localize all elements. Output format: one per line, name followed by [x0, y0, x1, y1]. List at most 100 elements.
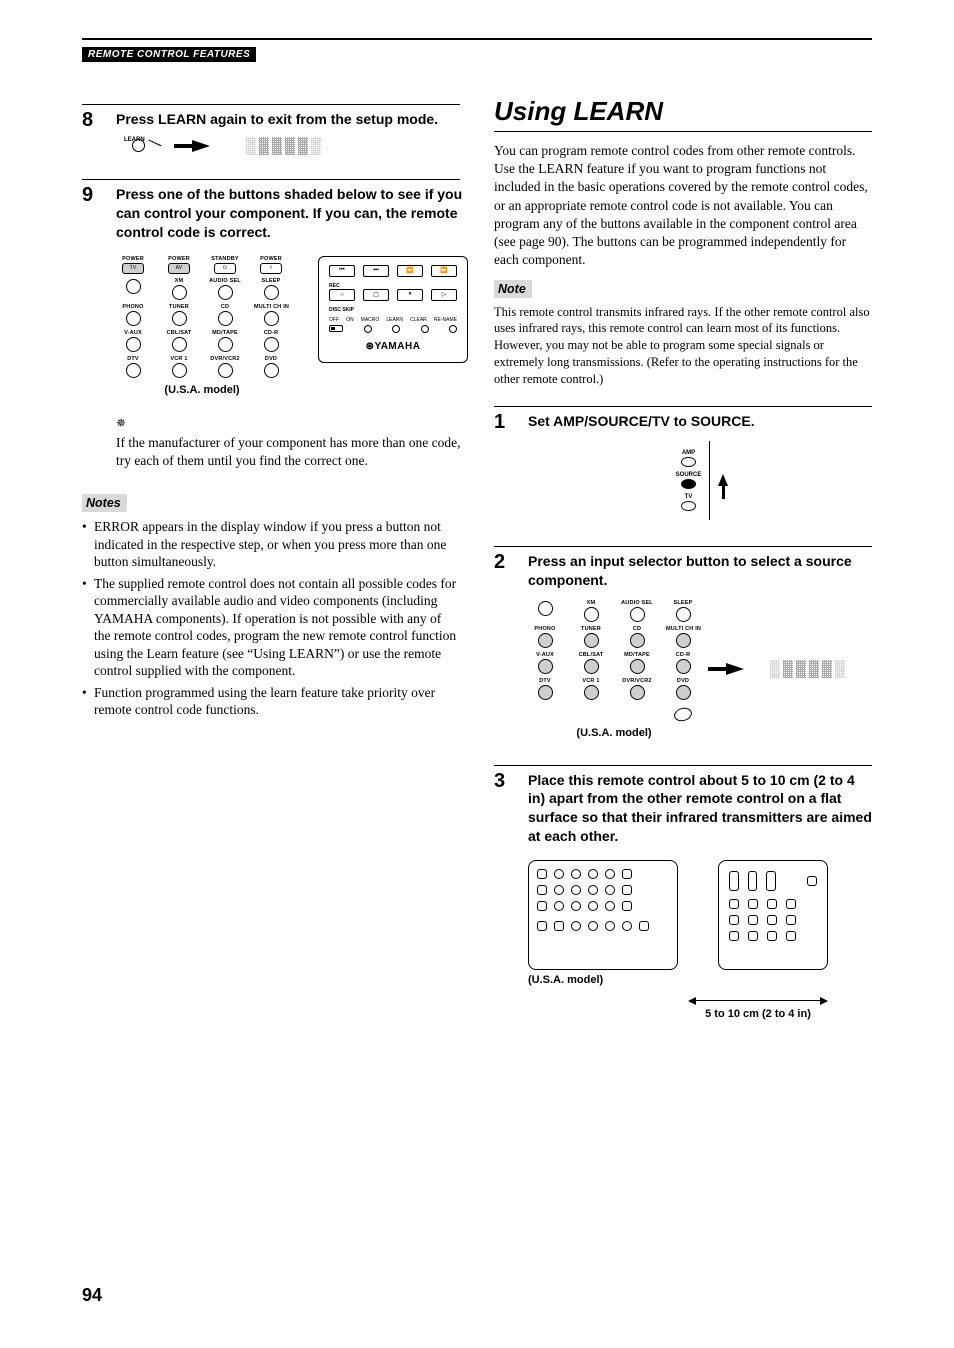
clear-label: CLEAR — [410, 317, 427, 323]
usa-model-caption: (U.S.A. model) — [528, 974, 678, 986]
grid-lbl: XM — [162, 278, 196, 284]
grid-lbl: MD/TAPE — [620, 652, 654, 658]
src-button — [630, 659, 645, 674]
src-button — [172, 311, 187, 326]
src-button — [126, 337, 141, 352]
note-item: The supplied remote control does not con… — [82, 575, 460, 680]
clear-knob-icon — [421, 325, 429, 333]
yamaha-logo: ⊛YAMAHA — [329, 341, 457, 352]
step-8-illustration: LEARN — [126, 137, 460, 155]
grid-lbl: AUDIO SEL — [620, 600, 654, 606]
src-button — [630, 685, 645, 700]
step-9-number: 9 — [82, 185, 100, 470]
step-8-title: Press LEARN again to exit from the setup… — [116, 110, 460, 129]
grid-lbl: DVD — [254, 356, 288, 362]
grid-lbl: MULTI CH IN — [666, 626, 700, 632]
grid-lbl: SLEEP — [666, 600, 700, 606]
source-label: SOURCE — [676, 472, 702, 478]
grid-lbl: V-AUX — [528, 652, 562, 658]
step-9: 9 Press one of the buttons shaded below … — [82, 179, 460, 470]
off-on-switch-icon — [329, 325, 343, 332]
this-remote-icon — [528, 860, 678, 970]
prev-track-button: ⏮ — [329, 265, 355, 277]
rewind-button: ⏪ — [397, 265, 423, 277]
step-3-number: 3 — [494, 771, 512, 1031]
grid-lbl: PHONO — [528, 626, 562, 632]
grid-lbl: V-AUX — [116, 330, 150, 336]
grid-lbl: DVR/VCR2 — [620, 678, 654, 684]
notes-heading: Notes — [82, 494, 127, 512]
usa-model-caption: (U.S.A. model) — [528, 727, 700, 739]
src-button — [630, 633, 645, 648]
disc-skip-label: DISC SKIP — [329, 307, 457, 313]
src-button — [676, 685, 691, 700]
step-9-tip: If the manufacturer of your component ha… — [116, 434, 468, 470]
tv-button: TV — [122, 263, 144, 274]
play-button: ▷ — [431, 289, 457, 301]
src-button — [584, 685, 599, 700]
grid-lbl: POWER — [254, 256, 288, 262]
step-9-title: Press one of the buttons shaded below to… — [116, 185, 468, 242]
on-label: ON — [346, 317, 354, 323]
distance-caption: 5 to 10 cm (2 to 4 in) — [688, 1008, 828, 1020]
grid-lbl: DVD — [666, 678, 700, 684]
src-button — [676, 633, 691, 648]
learn-button-icon: LEARN — [126, 139, 156, 152]
src-button — [218, 285, 233, 300]
grid-lbl: XM — [574, 600, 608, 606]
lcd-display-icon — [246, 137, 321, 155]
grid-lbl: TUNER — [574, 626, 608, 632]
rename-label: RE-NAME — [434, 317, 457, 323]
amp-label: AMP — [682, 450, 695, 456]
note-body: This remote control transmits infrared r… — [494, 304, 872, 388]
src-button — [538, 685, 553, 700]
step-2-title: Press an input selector button to select… — [528, 552, 872, 590]
grid-lbl: PHONO — [116, 304, 150, 310]
src-button — [264, 337, 279, 352]
tip-icon: ✵ — [116, 416, 126, 430]
amp-source-tv-switch: AMP SOURCE TV — [672, 441, 711, 520]
header-rule — [82, 38, 872, 40]
dimension-arrow-icon — [688, 992, 828, 1004]
learn-label: LEARN — [386, 317, 403, 323]
step-3-title: Place this remote control about 5 to 10 … — [528, 771, 872, 847]
section-intro: You can program remote control codes fro… — [494, 142, 872, 270]
rename-knob-icon — [449, 325, 457, 333]
src-button — [218, 337, 233, 352]
src-button — [172, 337, 187, 352]
page-number: 94 — [82, 1285, 102, 1306]
macro-knob-icon — [364, 325, 372, 333]
src-button — [172, 285, 187, 300]
two-column-layout: 8 Press LEARN again to exit from the set… — [82, 104, 872, 1046]
grid-lbl: AUDIO SEL — [208, 278, 242, 284]
grid-lbl: DTV — [528, 678, 562, 684]
learn-label: LEARN — [124, 137, 145, 143]
grid-lbl: MD/TAPE — [208, 330, 242, 336]
src-button — [676, 659, 691, 674]
usa-model-caption: (U.S.A. model) — [116, 384, 288, 396]
tv-label: TV — [685, 494, 693, 500]
grid-lbl: POWER — [116, 256, 150, 262]
standby-button: ⏻ — [214, 263, 236, 274]
header-label: REMOTE CONTROL FEATURES — [82, 47, 256, 62]
next-track-button: ⏭ — [363, 265, 389, 277]
grid-lbl: CBL/SAT — [162, 330, 196, 336]
step-8-number: 8 — [82, 110, 100, 163]
off-label: OFF — [329, 317, 339, 323]
src-button — [264, 311, 279, 326]
pause-button: ⏸ — [397, 289, 423, 301]
grid-lbl: CD-R — [254, 330, 288, 336]
note-heading: Note — [494, 280, 532, 298]
step-1-title: Set AMP/SOURCE/TV to SOURCE. — [528, 412, 872, 431]
grid-lbl: VCR 1 — [574, 678, 608, 684]
grid-lbl: MULTI CH IN — [254, 304, 288, 310]
step-3-illustration: (U.S.A. model) 5 to 10 cm (2 to 4 in) — [528, 860, 872, 1020]
grid-lbl: STANDBY — [208, 256, 242, 262]
remote-button-grid: POWERTV POWERAV STANDBY⏻ POWERI XM AUDIO… — [116, 256, 288, 378]
notes-list: ERROR appears in the display window if y… — [82, 518, 460, 719]
src-button — [676, 607, 691, 622]
av-button: AV — [168, 263, 190, 274]
input-selector-grid: XM AUDIO SEL SLEEP PHONO TUNER CD MULTI … — [528, 600, 700, 723]
power-button: I — [260, 263, 282, 274]
src-button — [538, 601, 553, 616]
